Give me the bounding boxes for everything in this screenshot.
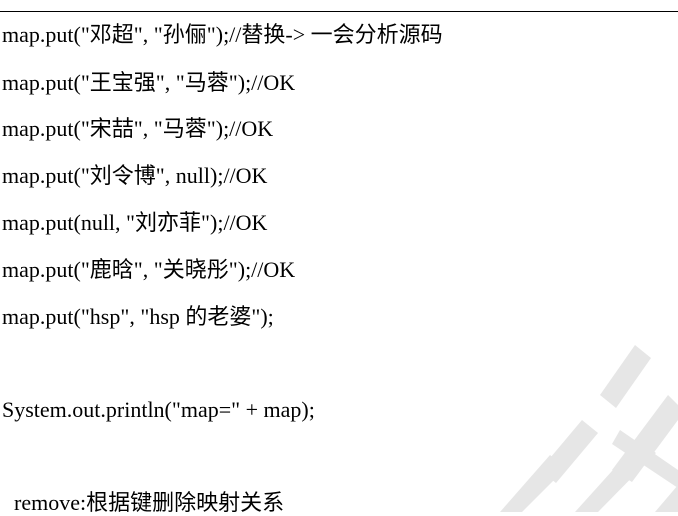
code-line-put-songzhe: map.put("宋喆", "马蓉");//OK xyxy=(2,116,274,141)
code-line-put-liulingbo: map.put("刘令博", null);//OK xyxy=(2,163,268,188)
code-line-put-dengchao: map.put("邓超", "孙俪");//替换-> 一会分析源码 xyxy=(2,22,443,47)
code-line-put-hsp: map.put("hsp", "hsp 的老婆"); xyxy=(2,304,274,329)
code-line-put-luhan: map.put("鹿晗", "关晓彤");//OK xyxy=(2,257,296,282)
code-line-put-wangbaoqiang: map.put("王宝强", "马蓉");//OK xyxy=(2,70,296,95)
remove-description: remove:根据键删除映射关系 xyxy=(14,490,285,515)
top-rule xyxy=(0,11,678,12)
code-line-println: System.out.println("map=" + map); xyxy=(2,397,315,422)
code-line-put-null-key: map.put(null, "刘亦菲");//OK xyxy=(2,210,268,235)
